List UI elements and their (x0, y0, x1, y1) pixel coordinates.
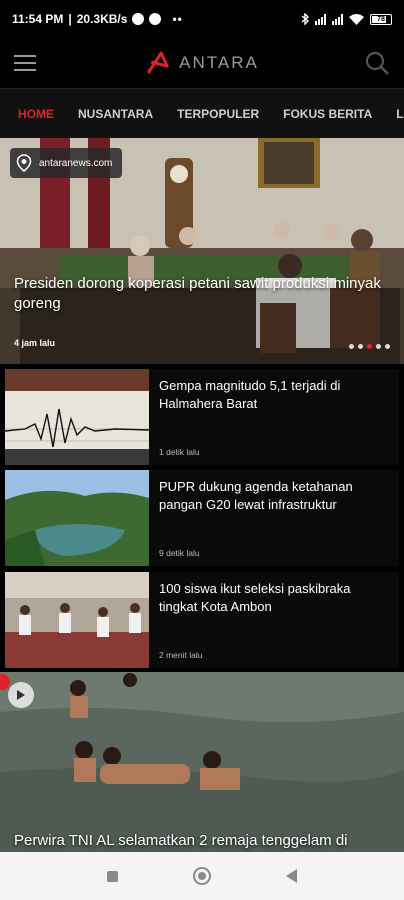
pager-dot (349, 344, 354, 349)
news-thumbnail (5, 572, 149, 668)
video-title: Perwira TNI AL selamatkan 2 remaja tengg… (14, 832, 348, 849)
video-article[interactable]: Perwira TNI AL selamatkan 2 remaja tengg… (0, 672, 404, 852)
news-item[interactable]: PUPR dukung agenda ketahanan pangan G20 … (5, 470, 399, 566)
news-title: PUPR dukung agenda ketahanan pangan G20 … (159, 479, 353, 512)
signal-icon (315, 13, 326, 25)
play-icon[interactable] (8, 682, 34, 708)
search-icon[interactable] (364, 50, 390, 76)
wifi-icon (349, 13, 364, 25)
status-time: 11:54 PM (12, 12, 64, 26)
tab-partial[interactable]: LI (384, 89, 404, 138)
hero-article[interactable]: antaranews.com Presiden dorong koperasi … (0, 138, 404, 364)
location-pin-icon (16, 154, 32, 172)
video-photo (0, 672, 404, 852)
messenger-icon (149, 13, 162, 25)
news-title: 100 siswa ikut seleksi paskibraka tingka… (159, 581, 351, 614)
category-tabs: HOME NUSANTARA TERPOPULER FOKUS BERITA L… (0, 88, 404, 138)
hero-time: 4 jam lalu (14, 338, 56, 348)
recents-icon[interactable] (107, 870, 119, 882)
bluetooth-icon (301, 13, 309, 25)
signal-icon-2 (332, 13, 343, 25)
pager-dot-active (367, 344, 372, 349)
logo-text: ANTARA (179, 53, 259, 72)
status-network-speed: 20.3KB/s (76, 12, 128, 26)
status-bar: 11:54 PM | 20.3KB/s •• 78 (0, 0, 404, 38)
news-thumbnail (5, 369, 149, 465)
tab-nusantara[interactable]: NUSANTARA (66, 89, 165, 138)
home-icon[interactable] (192, 867, 211, 885)
back-icon[interactable] (285, 869, 297, 883)
whatsapp-icon (132, 13, 145, 25)
hero-source-text: antaranews.com (39, 157, 113, 169)
news-time: 2 menit lalu (159, 650, 203, 660)
antara-logo-mark (146, 51, 169, 74)
news-time: 1 detik lalu (159, 447, 200, 457)
battery-icon: 78 (370, 13, 392, 25)
hero-pager (349, 344, 390, 349)
menu-icon[interactable] (14, 55, 36, 71)
pager-dot (385, 344, 390, 349)
antara-logo[interactable]: ANTARA (145, 50, 259, 76)
system-nav-bar (0, 852, 404, 900)
pager-dot (376, 344, 381, 349)
tab-fokus-berita[interactable]: FOKUS BERITA (271, 89, 384, 138)
news-thumbnail (5, 470, 149, 566)
app-header: ANTARA (0, 38, 404, 88)
tab-home[interactable]: HOME (0, 89, 66, 138)
more-notifications: •• (172, 12, 183, 26)
news-time: 9 detik lalu (159, 548, 200, 558)
hero-title: Presiden dorong koperasi petani sawit pr… (14, 275, 381, 312)
hero-source: antaranews.com (10, 148, 123, 178)
pager-dot (358, 344, 363, 349)
news-item[interactable]: Gempa magnitudo 5,1 terjadi di Halmahera… (5, 369, 399, 465)
news-item[interactable]: 100 siswa ikut seleksi paskibraka tingka… (5, 572, 399, 668)
news-title: Gempa magnitudo 5,1 terjadi di Halmahera… (159, 378, 341, 411)
tab-terpopuler[interactable]: TERPOPULER (165, 89, 271, 138)
